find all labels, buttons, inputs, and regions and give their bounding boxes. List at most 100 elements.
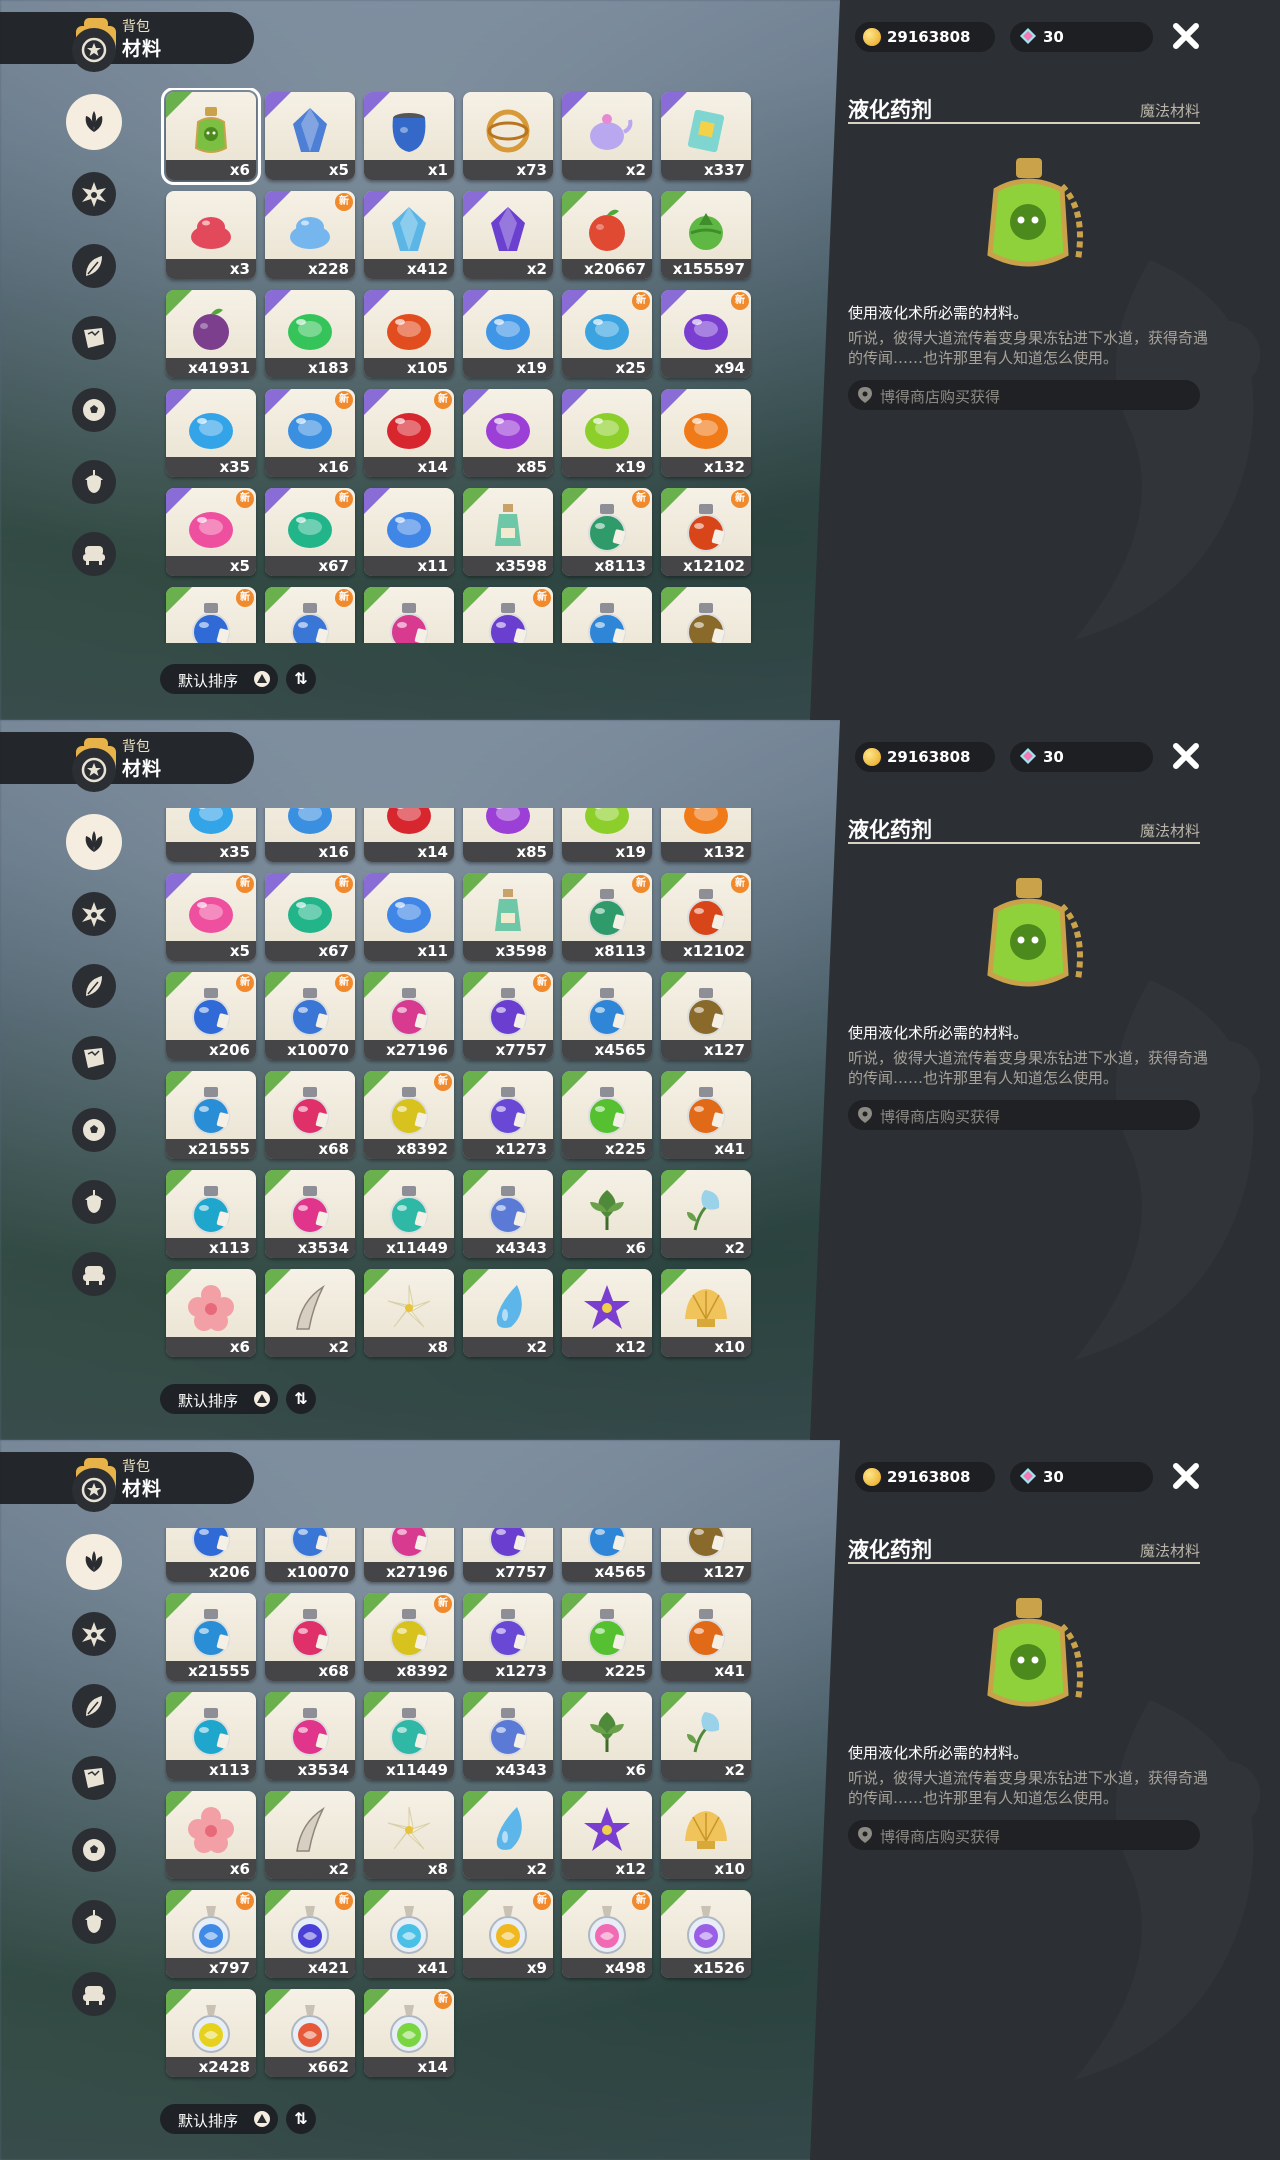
item-slot[interactable]: 新 x8392 [364,1071,454,1159]
item-slot[interactable]: 新 x67 [265,488,355,576]
close-icon[interactable] [1170,20,1202,52]
item-slot[interactable]: x105 [364,290,454,378]
item-slot[interactable]: x11449 [364,1692,454,1780]
category-tab-acorn-icon[interactable] [72,1900,116,1944]
item-slot[interactable]: x2428 [166,1989,256,2077]
item-slot[interactable]: x35 [166,389,256,477]
category-tab-spiky-star-icon[interactable] [72,172,116,216]
item-slot[interactable]: x4343 [463,1692,553,1780]
item-slot[interactable]: x2 [661,1170,751,1258]
sort-order-toggle-button[interactable]: ⇅ [286,2104,316,2134]
category-tab-leaf-cluster-icon[interactable] [66,1534,122,1590]
item-slot[interactable]: 新x16 [265,808,355,862]
item-slot[interactable]: x19 [463,290,553,378]
item-slot[interactable]: x19 [562,389,652,477]
item-slot[interactable]: x27196 [364,587,454,643]
category-tab-star-icon[interactable] [72,1468,116,1512]
item-slot[interactable]: 新 x5 [166,488,256,576]
item-slot[interactable]: 新 x5 [166,873,256,961]
item-slot[interactable]: 新 x67 [265,873,355,961]
item-slot[interactable]: x41 [661,1593,751,1681]
item-slot[interactable]: x6 [562,1170,652,1258]
item-slot[interactable]: x127 [661,972,751,1060]
item-slot[interactable]: x113 [166,1170,256,1258]
category-tab-soccer-ball-icon[interactable] [72,388,116,432]
sort-dropdown[interactable]: 默认排序 [160,1384,278,1414]
item-slot[interactable]: x127 [661,1528,751,1582]
item-slot[interactable]: x2 [265,1791,355,1879]
category-tab-leaf-cluster-icon[interactable] [66,94,122,150]
item-slot[interactable]: x4565 [562,972,652,1060]
item-slot[interactable]: 新x14 [364,808,454,862]
item-slot[interactable]: x2 [463,1269,553,1357]
item-slot[interactable]: 新x206 [166,972,256,1060]
close-icon[interactable] [1170,740,1202,772]
category-tab-herb-icon[interactable] [72,1684,116,1728]
item-slot[interactable]: 新 x421 [265,1890,355,1978]
item-slot[interactable]: x11 [364,873,454,961]
item-slot[interactable]: 新x14 [364,1989,454,2077]
item-slot[interactable]: 新 x8113 [562,488,652,576]
category-tab-scroll-icon[interactable] [72,1036,116,1080]
item-slot[interactable]: x2 [265,1269,355,1357]
item-slot[interactable]: 新 x94 [661,290,751,378]
item-slot[interactable]: x132 [661,808,751,862]
item-slot[interactable]: x10 [661,1791,751,1879]
item-slot[interactable]: 新 x25 [562,290,652,378]
item-slot[interactable]: x113 [166,1692,256,1780]
item-slot[interactable]: x3 [166,191,256,279]
item-slot[interactable]: x3598 [463,873,553,961]
category-tab-leaf-cluster-icon[interactable] [66,814,122,870]
item-slot[interactable]: x19 [562,808,652,862]
item-slot[interactable]: x1526 [661,1890,751,1978]
category-tab-scroll-icon[interactable] [72,316,116,360]
item-slot[interactable]: x132 [661,389,751,477]
item-slot[interactable]: 新x206 [166,1528,256,1582]
item-slot[interactable]: x27196 [364,1528,454,1582]
item-slot[interactable]: x4343 [463,1170,553,1258]
item-slot[interactable]: x127 [661,587,751,643]
item-slot[interactable]: 新x16 [265,389,355,477]
item-slot[interactable]: x68 [265,1071,355,1159]
category-tab-star-icon[interactable] [72,748,116,792]
item-slot[interactable]: x3534 [265,1170,355,1258]
item-slot[interactable]: x21555 [166,1071,256,1159]
item-slot[interactable]: x12 [562,1269,652,1357]
category-tab-acorn-icon[interactable] [72,1180,116,1224]
item-slot[interactable]: x85 [463,389,553,477]
item-slot[interactable]: x412 [364,191,454,279]
item-slot[interactable]: x4565 [562,1528,652,1582]
item-slot[interactable]: x155597 [661,191,751,279]
item-slot[interactable]: 新 x12102 [661,873,751,961]
item-slot[interactable]: 新x10070 [265,587,355,643]
sort-dropdown[interactable]: 默认排序 [160,664,278,694]
category-tab-chair-icon[interactable] [72,1252,116,1296]
category-tab-star-icon[interactable] [72,28,116,72]
item-slot[interactable]: x1 [364,92,454,180]
item-slot[interactable]: 新x14 [364,389,454,477]
item-slot[interactable]: 新 x9 [463,1890,553,1978]
item-slot[interactable]: 新 x8113 [562,873,652,961]
item-slot[interactable]: x2 [463,191,553,279]
item-slot[interactable]: x3598 [463,488,553,576]
item-slot[interactable]: x2 [562,92,652,180]
item-slot[interactable]: x8 [364,1791,454,1879]
item-slot[interactable]: x41 [364,1890,454,1978]
item-slot[interactable]: 新 x12102 [661,488,751,576]
item-slot[interactable]: 新 x228 [265,191,355,279]
sort-order-toggle-button[interactable]: ⇅ [286,1384,316,1414]
item-slot[interactable]: 新 x8392 [364,1593,454,1681]
close-icon[interactable] [1170,1460,1202,1492]
item-slot[interactable]: x6 [161,88,261,185]
item-slot[interactable]: 新 x797 [166,1890,256,1978]
category-tab-herb-icon[interactable] [72,244,116,288]
item-slot[interactable]: x20667 [562,191,652,279]
category-tab-spiky-star-icon[interactable] [72,892,116,936]
item-slot[interactable]: x1273 [463,1593,553,1681]
item-slot[interactable]: x6 [166,1269,256,1357]
category-tab-chair-icon[interactable] [72,532,116,576]
category-tab-chair-icon[interactable] [72,1972,116,2016]
item-slot[interactable]: x12 [562,1791,652,1879]
item-grid-viewport[interactable]: x6x5x1x73x2x337x3新x228x412x2x20667x15559… [160,808,760,1363]
item-slot[interactable]: x41 [661,1071,751,1159]
